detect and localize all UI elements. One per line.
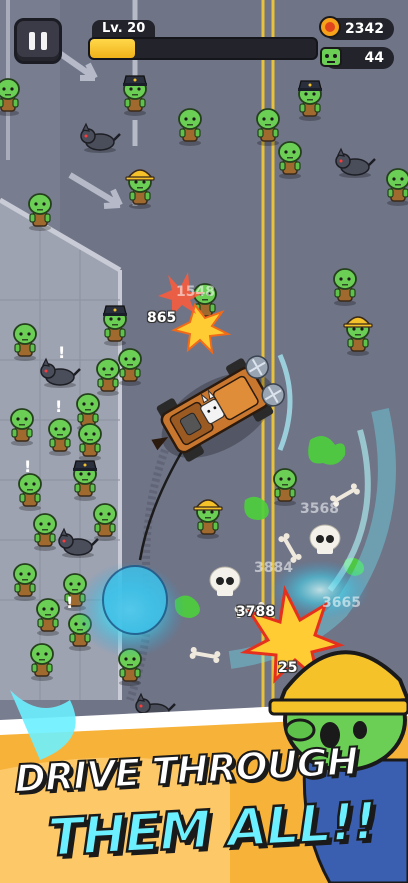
svg-text:!: ! bbox=[58, 343, 65, 362]
damage-number: 865 bbox=[147, 310, 177, 326]
xp-bar-fill bbox=[90, 39, 136, 58]
xp-progress: Lv. 20 bbox=[88, 20, 318, 60]
damage-number: 3884 bbox=[254, 560, 293, 576]
damage-number: 3568 bbox=[300, 501, 339, 517]
svg-text:!: ! bbox=[66, 593, 73, 612]
coin-counter: 2342 bbox=[319, 16, 394, 40]
pause-icon-bar bbox=[41, 32, 47, 50]
zombie-head-icon bbox=[320, 47, 342, 67]
damage-number: 1548 bbox=[176, 284, 215, 300]
svg-text:!: ! bbox=[55, 397, 62, 416]
pause-icon bbox=[29, 32, 35, 50]
xp-bar bbox=[88, 37, 318, 60]
svg-text:!: ! bbox=[24, 457, 31, 476]
level-label: Lv. 20 bbox=[92, 20, 156, 38]
coin-count: 2342 bbox=[345, 21, 384, 37]
pause-button[interactable] bbox=[14, 18, 62, 64]
kill-counter: 44 bbox=[320, 47, 394, 69]
damage-number: 3788 bbox=[236, 604, 275, 620]
damage-number: 3665 bbox=[322, 595, 361, 611]
kill-count: 44 bbox=[364, 50, 384, 66]
damage-number: 25 bbox=[278, 660, 298, 676]
coin-icon bbox=[319, 16, 341, 38]
